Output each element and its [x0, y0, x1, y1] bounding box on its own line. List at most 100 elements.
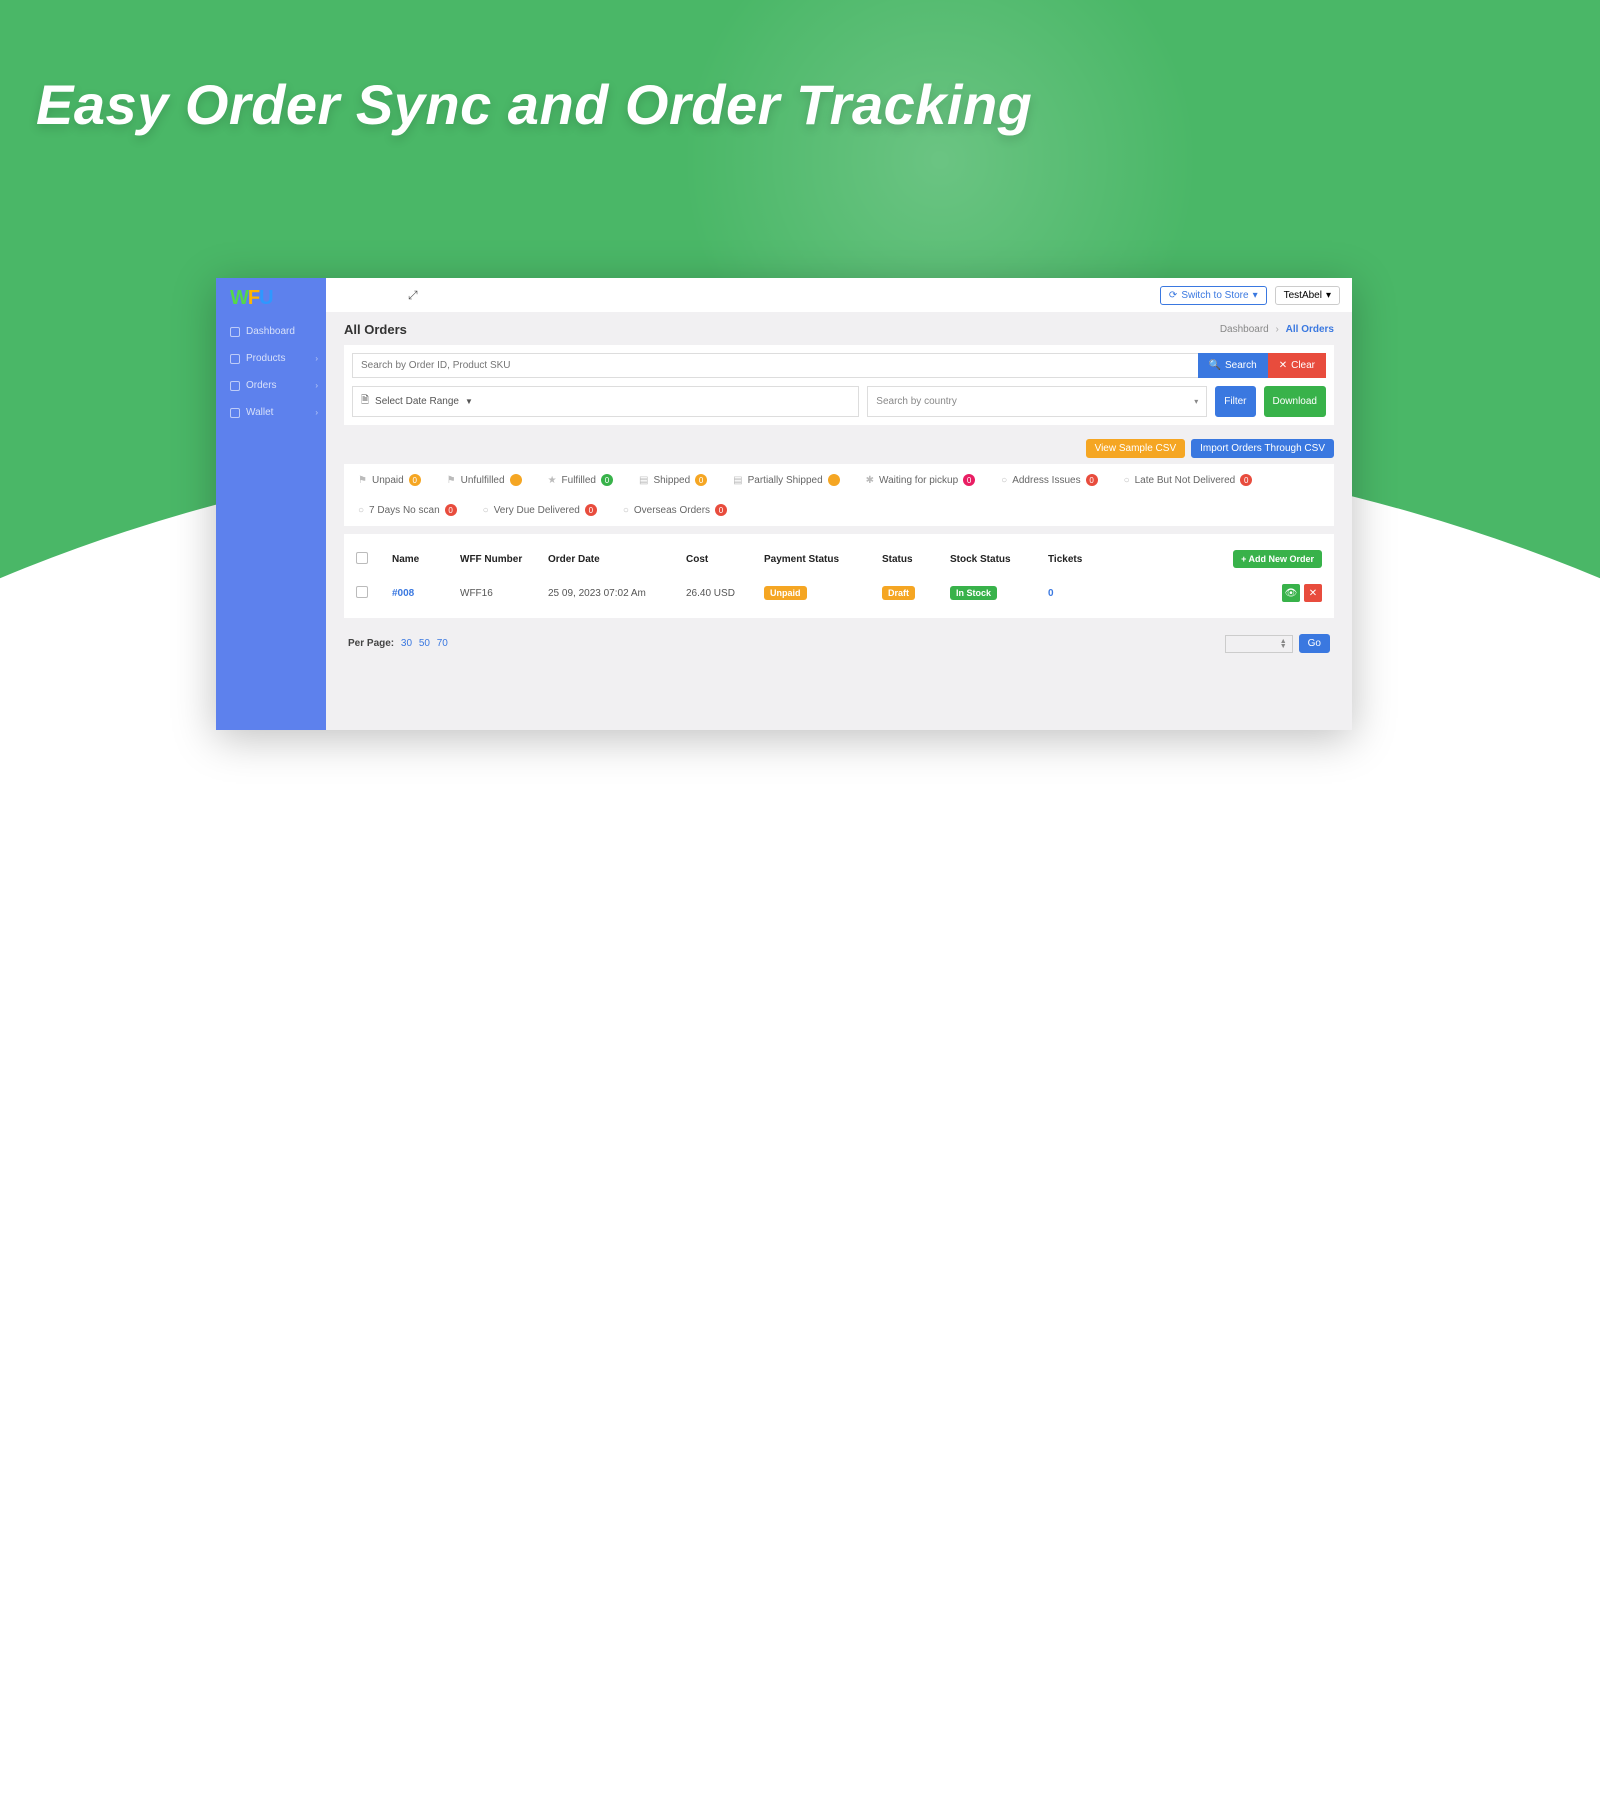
box-icon — [866, 475, 874, 486]
sidebar-item-label: Wallet — [246, 407, 273, 418]
ring-icon — [483, 505, 489, 516]
fullscreen-icon[interactable]: ⤢ — [408, 288, 418, 303]
import-csv-button[interactable]: Import Orders Through CSV — [1191, 439, 1334, 458]
status-filter-7-days-no-scan[interactable]: 7 Days No scan0 — [358, 504, 457, 516]
status-label: Fulfilled — [562, 475, 596, 486]
logo-part-1: W — [230, 287, 248, 310]
go-button[interactable]: Go — [1299, 634, 1330, 653]
truck-icon — [639, 475, 648, 486]
ring-icon — [623, 505, 629, 516]
status-count-badge: 0 — [409, 474, 421, 486]
status-label: Address Issues — [1012, 475, 1080, 486]
status-label: Unfulfilled — [461, 475, 505, 486]
country-select[interactable]: Search by country ▾ — [867, 386, 1207, 417]
refresh-icon: ⟳ — [1169, 290, 1177, 301]
breadcrumb-root[interactable]: Dashboard — [1220, 324, 1269, 335]
status-filter-waiting-for-pickup[interactable]: Waiting for pickup0 — [866, 474, 976, 486]
status-count-badge: 0 — [601, 474, 613, 486]
status-count-badge: 0 — [1240, 474, 1252, 486]
status-label: Unpaid — [372, 475, 404, 486]
col-wff: WFF Number — [460, 554, 540, 565]
switch-store-button[interactable]: ⟳ Switch to Store ▾ — [1160, 286, 1267, 305]
country-select-label: Search by country — [876, 396, 957, 407]
add-order-button[interactable]: + Add New Order — [1233, 550, 1322, 568]
ring-icon — [358, 505, 364, 516]
switch-store-label: Switch to Store — [1181, 290, 1248, 301]
sidebar-item-wallet[interactable]: Wallet › — [216, 399, 326, 426]
csv-actions: View Sample CSV Import Orders Through CS… — [344, 439, 1334, 458]
status-filter-panel: Unpaid0UnfulfilledFulfilled0Shipped0Part… — [344, 464, 1334, 526]
search-input[interactable] — [352, 353, 1198, 378]
status-label: Shipped — [653, 475, 690, 486]
row-checkbox[interactable] — [356, 586, 368, 598]
page-header: All Orders Dashboard › All Orders — [326, 312, 1352, 345]
select-all-checkbox[interactable] — [356, 552, 368, 564]
nav-icon — [230, 354, 240, 364]
status-filter-unfulfilled[interactable]: Unfulfilled — [447, 474, 522, 486]
sidebar-item-products[interactable]: Products› — [216, 345, 326, 372]
order-name-link[interactable]: #008 — [392, 588, 452, 599]
date-range-select[interactable]: 🗎 Select Date Range ▼ — [352, 386, 859, 417]
ring-icon — [1124, 475, 1130, 486]
sidebar-item-label: Orders — [246, 380, 277, 391]
status-filter-overseas-orders[interactable]: Overseas Orders0 — [623, 504, 727, 516]
chevron-right-icon: › — [315, 408, 318, 417]
status-count-badge: 0 — [715, 504, 727, 516]
truck-icon — [733, 475, 742, 486]
logo-part-3: U — [259, 287, 272, 310]
tickets-link[interactable]: 0 — [1048, 588, 1128, 599]
flag-icon — [358, 475, 367, 486]
page-title: All Orders — [344, 322, 407, 337]
download-button[interactable]: Download — [1264, 386, 1326, 417]
status-filter-fulfilled[interactable]: Fulfilled 0 — [548, 474, 613, 486]
wff-number: WFF16 — [460, 588, 540, 599]
col-date: Order Date — [548, 554, 678, 565]
page-size-50[interactable]: 50 — [419, 638, 430, 649]
status-count-badge: 0 — [585, 504, 597, 516]
status-filter-unpaid[interactable]: Unpaid 0 — [358, 474, 421, 486]
calendar-icon: 🗎 — [361, 393, 369, 410]
filter-button[interactable]: Filter — [1215, 386, 1255, 417]
col-status: Status — [882, 554, 942, 565]
chevron-right-icon: › — [315, 381, 318, 390]
status-filter-partially-shipped[interactable]: Partially Shipped — [733, 474, 840, 486]
status-count-badge — [828, 474, 840, 486]
hero-title: Easy Order Sync and Order Tracking — [36, 72, 1032, 137]
search-button[interactable]: 🔍 Search — [1198, 353, 1268, 378]
per-page-label: Per Page: — [348, 638, 394, 649]
page-size-70[interactable]: 70 — [437, 638, 448, 649]
order-date: 25 09, 2023 07:02 Am — [548, 588, 678, 599]
orders-table: Name WFF Number Order Date Cost Payment … — [344, 534, 1334, 618]
order-cost: 26.40 USD — [686, 588, 756, 599]
chevron-down-icon: ▾ — [1326, 290, 1331, 301]
sidebar-item-orders[interactable]: Orders › — [216, 372, 326, 399]
stepper-icon[interactable]: ▲▼ — [1280, 639, 1287, 649]
sidebar-item-dashboard[interactable]: Dashboard — [216, 318, 326, 345]
clear-button[interactable]: ✕ Clear — [1268, 353, 1326, 378]
col-stock: Stock Status — [950, 554, 1040, 565]
status-filter-very-due-delivered[interactable]: Very Due Delivered 0 — [483, 504, 597, 516]
status-count-badge: 0 — [1086, 474, 1098, 486]
status-label: Late But Not Delivered — [1135, 475, 1236, 486]
page-size-30[interactable]: 30 — [401, 638, 412, 649]
nav-icon — [230, 327, 240, 337]
view-sample-csv-button[interactable]: View Sample CSV — [1086, 439, 1186, 458]
view-order-button[interactable]: 👁 — [1282, 584, 1300, 602]
delete-order-button[interactable]: ✕ — [1304, 584, 1322, 602]
sidebar-item-label: Products — [246, 353, 285, 364]
chevron-down-icon: ▾ — [1253, 290, 1258, 301]
status-filter-shipped[interactable]: Shipped0 — [639, 474, 707, 486]
col-payment: Payment Status — [764, 554, 874, 565]
search-panel: 🔍 Search ✕ Clear 🗎 Select Date Range ▼ S… — [344, 345, 1334, 425]
table-row: #008WFF1625 09, 2023 07:02 Am26.40 USDUn… — [356, 578, 1322, 608]
chevron-down-icon: ▼ — [465, 397, 473, 406]
user-menu-button[interactable]: TestAbel ▾ — [1275, 286, 1340, 305]
date-range-label: Select Date Range — [375, 396, 459, 407]
breadcrumb-separator: › — [1276, 324, 1279, 335]
status-filter-late-but-not-delivered[interactable]: Late But Not Delivered 0 — [1124, 474, 1253, 486]
status-filter-address-issues[interactable]: Address Issues 0 — [1001, 474, 1097, 486]
page-number-input[interactable]: ▲▼ — [1225, 635, 1293, 653]
status-label: Very Due Delivered — [494, 505, 580, 516]
status-label: Waiting for pickup — [879, 475, 958, 486]
status-badge: Draft — [882, 586, 915, 600]
